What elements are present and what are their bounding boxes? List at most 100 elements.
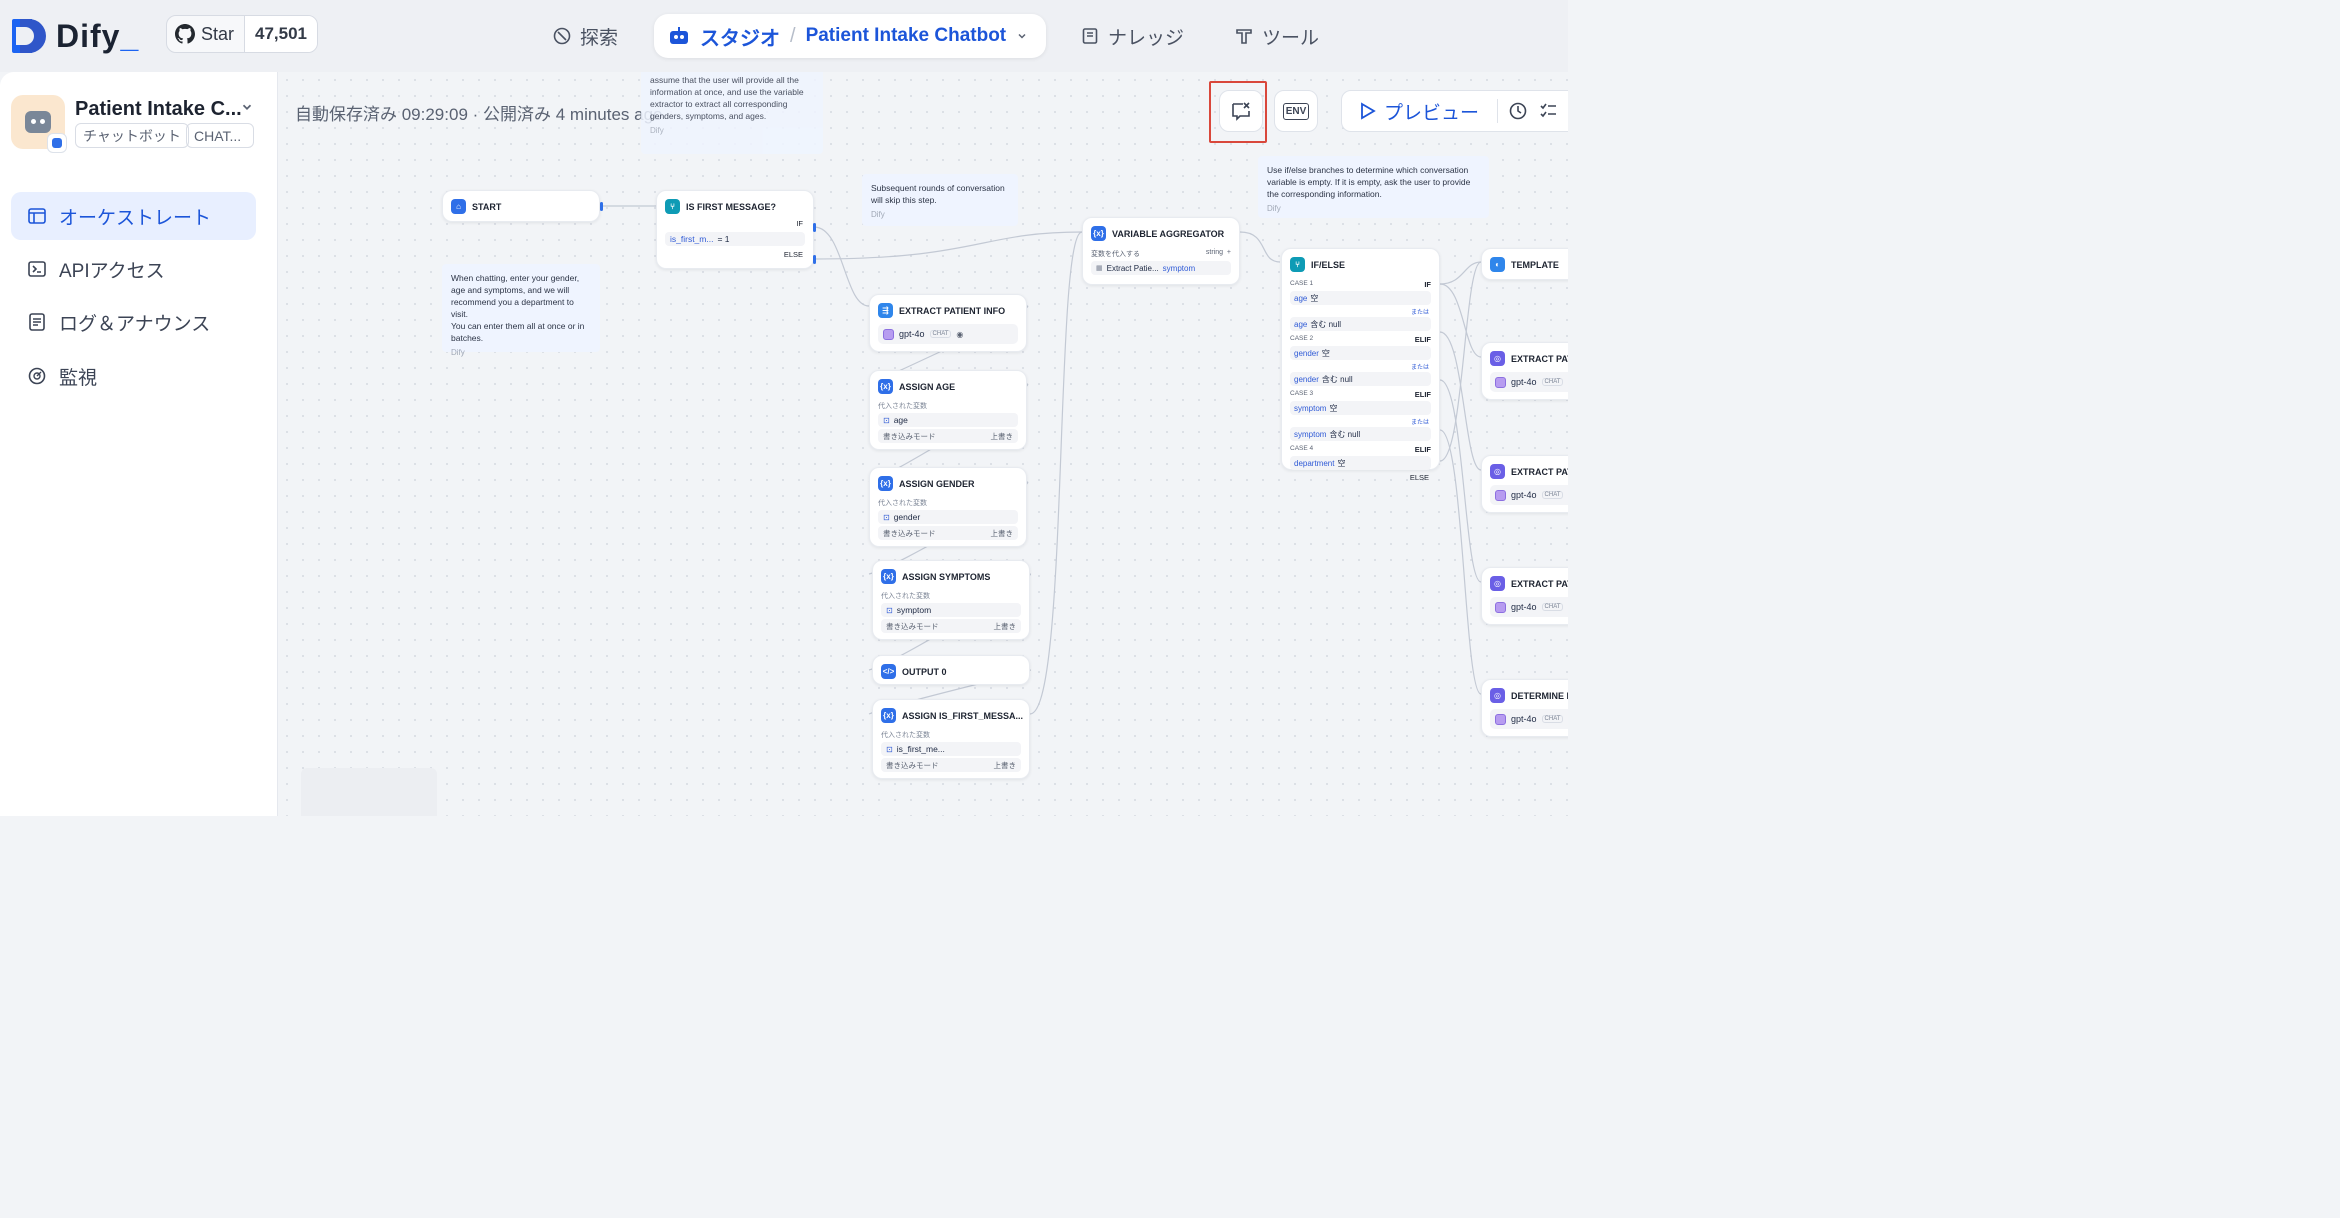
node-extract-c[interactable]: ◎ EXTRACT PAT gpt-4o CHAT [1481,567,1568,625]
sidebar-item-monitoring[interactable]: 監視 [11,352,256,400]
node-assign-symptoms[interactable]: {x} ASSIGN SYMPTOMS 代入された変数 ⊡ symptom 書き込み… [872,560,1030,640]
assigner-icon: {x} [878,476,893,491]
or-label: または [1410,310,1429,316]
write-mode-value: 上書き [993,760,1017,770]
else-handle[interactable] [813,255,816,264]
operator: 空 [1337,458,1346,468]
gauge-icon [27,366,47,386]
or-label: または [1410,420,1429,426]
note-intro[interactable]: When chatting, enter your gender, age an… [442,264,600,357]
dify-logo[interactable]: Dify_ [12,16,139,56]
llm-icon: ◎ [1490,464,1505,479]
variable-name: gender [1294,374,1319,384]
history-icon[interactable] [1508,101,1528,121]
write-mode-value: 上書き [990,431,1014,441]
assigned-variable-label: 代入された変数 [878,403,927,410]
chat-tag: CHAT [1541,603,1564,611]
node-extract-a[interactable]: ◎ EXTRACT PAT gpt-4o CHAT [1481,342,1568,400]
note-ifelse-hint[interactable]: Use if/else branches to determine which … [1258,156,1489,218]
node-if-else[interactable]: ⑂ IF/ELSE CASE 1 IF age 空 または age 含む null CA… [1281,248,1440,482]
note-line: You can enter them all at once or in [451,321,585,331]
node-variable-aggregator[interactable]: {x} VARIABLE AGGREGATOR 変数を代入する string + ▦… [1082,217,1240,285]
variable-name: gender [1294,348,1319,358]
note-line: Subsequent rounds of conversation [871,183,1005,193]
node-title: EXTRACT PAT [1511,353,1568,364]
operator: 空 [1310,293,1319,303]
node-is-first-message[interactable]: ⑂ IS FIRST MESSAGE? IF is_first_m... = 1 E… [656,190,814,269]
chatbot-badge-icon [47,133,67,153]
node-assign-gender[interactable]: {x} ASSIGN GENDER 代入された変数 ⊡ gender 書き込みモード… [869,467,1027,547]
operator: 含む null [1321,374,1353,384]
sidebar-item-api-access[interactable]: APIアクセス [11,245,256,293]
variable-name: age [1294,293,1308,303]
chat-tag: CHAT [1541,378,1564,386]
operator: 空 [1329,403,1338,413]
node-extract-b[interactable]: ◎ EXTRACT PAT gpt-4o CHAT [1481,455,1568,513]
chevron-down-icon[interactable] [240,100,254,114]
nav-explore-label: 探索 [580,27,619,49]
nav-knowledge[interactable]: ナレッジ [1080,14,1184,58]
note-subsequent[interactable]: Subsequent rounds of conversation will s… [862,174,1018,226]
node-template[interactable]: ◐ TEMPLATE [1481,248,1568,280]
add-variable-button[interactable]: + [1227,249,1231,256]
llm-icon: ◎ [1490,576,1505,591]
note-line: recommend you a department to visit. [451,297,574,319]
openai-icon [1495,713,1506,725]
preview-button[interactable]: プレビュー [1360,98,1479,125]
github-icon [175,24,195,44]
chat-tag: CHAT [929,330,952,338]
minimap[interactable] [301,768,437,816]
note-line: extractor to extract all corresponding [650,99,788,109]
sidebar-item-label: 監視 [59,367,98,389]
branch-label: ELIF [1414,390,1431,399]
env-icon: ENV [1282,102,1310,120]
autosave-status: 自動保存済み 09:29:09 · 公開済み 4 minutes ago [295,105,663,124]
model-name: gpt-4o [1511,714,1537,724]
type-label: string [1205,249,1224,256]
model-name: gpt-4o [1511,377,1537,387]
preview-label: プレビュー [1384,102,1480,124]
github-star-count: 47,501 [245,16,318,52]
env-variables-button[interactable]: ENV [1274,90,1318,132]
chevron-down-icon[interactable] [1016,30,1028,42]
workflow-canvas[interactable]: 自動保存済み 09:29:09 · 公開済み 4 minutes ago ass… [279,72,1568,816]
sidebar-item-orchestrate[interactable]: オーケストレート [11,192,256,240]
top-header: Dify_ Star 47,501 探索 スタジオ / Patient Inta… [0,0,1568,72]
if-port-label: IF [796,219,803,228]
github-star-button[interactable]: Star 47,501 [166,15,319,53]
case-label: CASE 4 [1290,445,1314,452]
llm-icon: ◎ [1490,351,1505,366]
variable-icon: ⊡ [886,605,893,615]
dify-logo-text: Dify_ [56,17,140,54]
branch-label: IF [1424,280,1431,289]
node-title: START [472,201,502,212]
assigned-variable-label: 代入された変数 [881,732,930,739]
note-top[interactable]: assume that the user will provide all th… [641,72,823,154]
sidebar-item-logs[interactable]: ログ＆アナウンス [11,298,256,346]
nav-explore[interactable]: 探索 [552,14,618,58]
variable-name: age [893,415,908,425]
note-line: Use if/else branches to determine which … [1267,165,1469,175]
if-handle[interactable] [813,223,816,232]
assigned-variable-label: 代入された変数 [881,593,930,600]
node-extract-patient-info[interactable]: ⇶ EXTRACT PATIENT INFO gpt-4o CHAT ◉ [869,294,1027,352]
node-title: TEMPLATE [1511,259,1559,270]
node-output-0[interactable]: </> OUTPUT 0 [872,655,1030,685]
node-assign-age[interactable]: {x} ASSIGN AGE 代入された変数 ⊡ age 書き込みモード 上書き [869,370,1027,450]
node-assign-is-first-message[interactable]: {x} ASSIGN IS_FIRST_MESSA... 代入された変数 ⊡ is_… [872,699,1030,779]
chat-tag: CHAT [1541,491,1564,499]
checklist-icon[interactable] [1538,101,1558,121]
nav-studio[interactable]: スタジオ / Patient Intake Chatbot [654,14,1046,58]
breadcrumb-app-name[interactable]: Patient Intake Chatbot [806,25,1007,47]
node-title: ASSIGN AGE [899,381,956,392]
output-handle[interactable] [600,202,603,211]
terminal-icon [27,259,47,279]
highlight-box [1209,81,1267,143]
app-name[interactable]: Patient Intake C... [75,98,242,121]
nav-tools[interactable]: ツール [1234,14,1319,58]
node-start[interactable]: ⌂ START [442,190,600,222]
branch-icon: ⑂ [1290,257,1305,272]
dify-logo-mark [12,17,46,55]
node-determine[interactable]: ◎ DETERMINE D gpt-4o CHAT [1481,679,1568,737]
sidebar-item-label: APIアクセス [59,260,165,282]
